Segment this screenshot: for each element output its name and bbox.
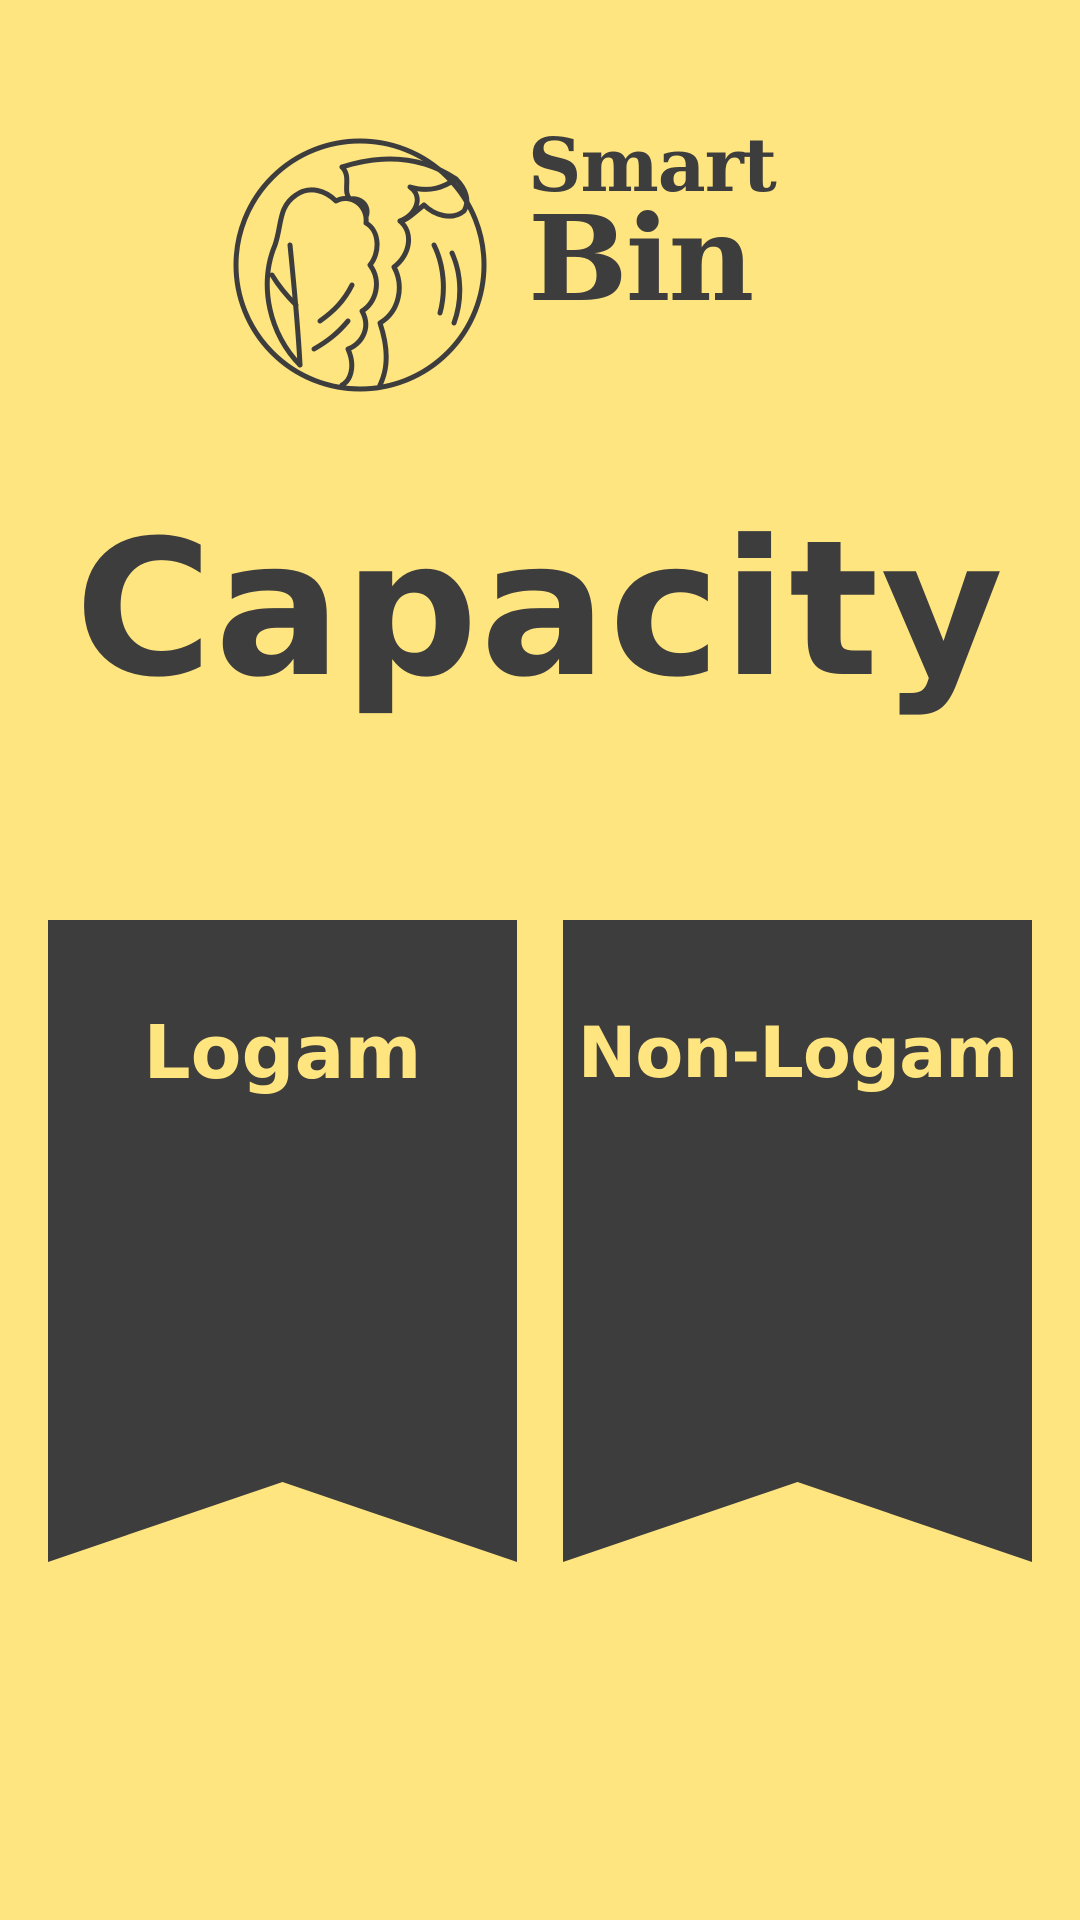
brand-wordmark: Smart Bin xyxy=(528,127,777,328)
banner-logam[interactable]: Logam xyxy=(48,920,517,1562)
brand-line-2: Bin xyxy=(528,189,754,328)
smartbin-logo: Smart Bin xyxy=(230,127,800,395)
banner-label-logam: Logam xyxy=(143,1010,422,1096)
lettuce-globe-icon xyxy=(233,138,487,392)
banner-label-non-logam: Non-Logam xyxy=(577,1012,1019,1094)
category-banners: Logam Non-Logam xyxy=(48,920,1032,1562)
page-title: Capacity xyxy=(74,500,1006,719)
banner-non-logam[interactable]: Non-Logam xyxy=(563,920,1032,1562)
